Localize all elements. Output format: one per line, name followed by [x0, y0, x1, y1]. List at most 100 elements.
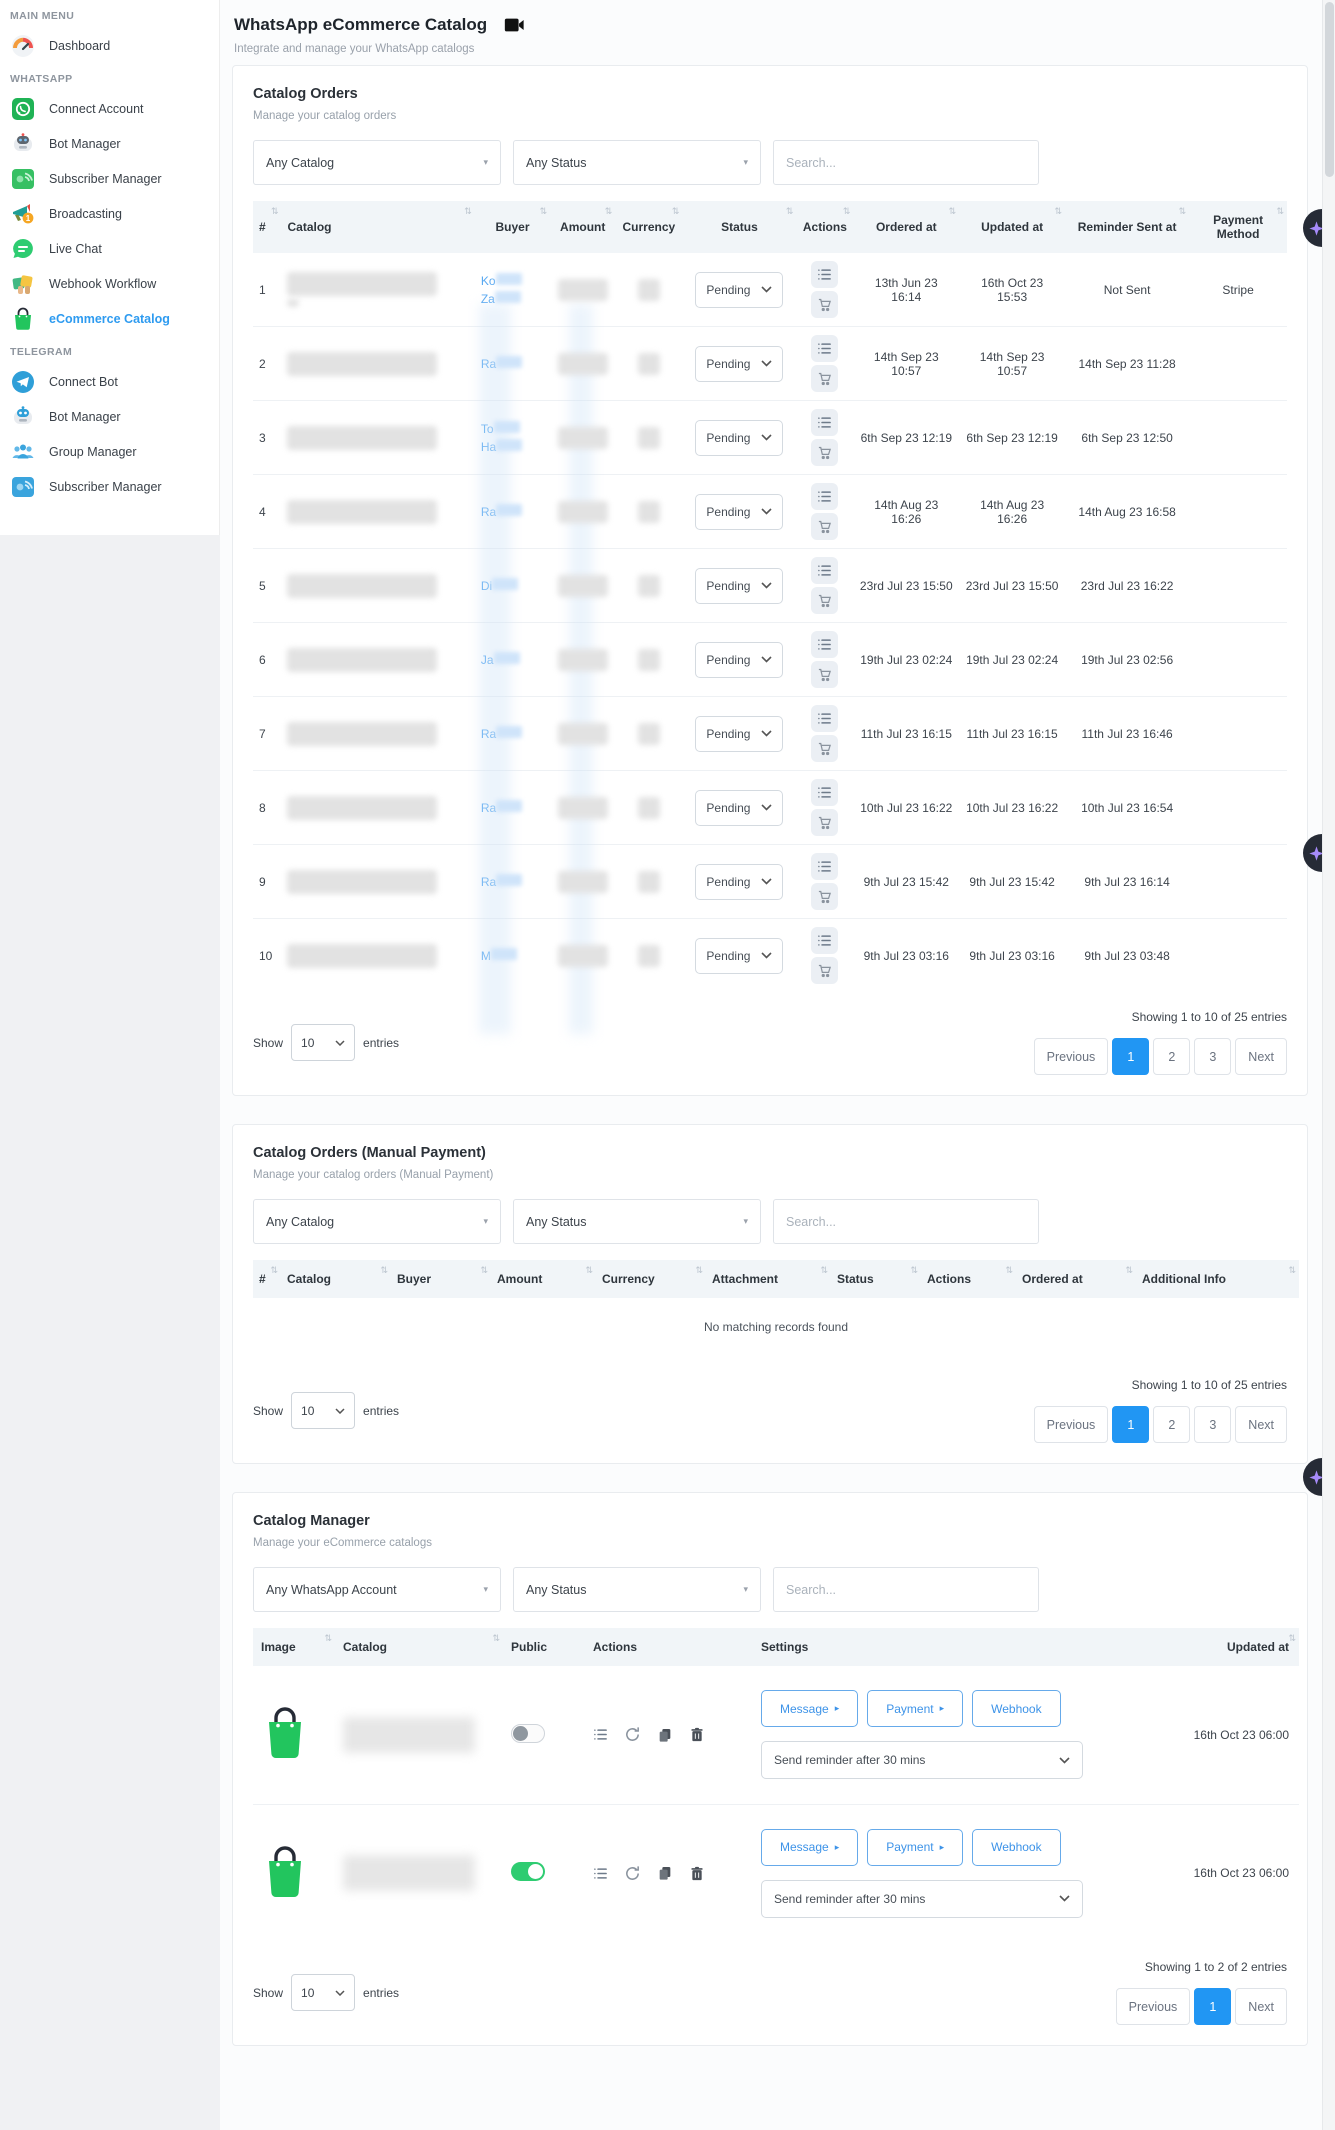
page-1-button[interactable]: 1 — [1112, 1038, 1149, 1075]
page-2-button[interactable]: 2 — [1153, 1406, 1190, 1443]
order-items-button[interactable] — [811, 557, 838, 584]
column-header-buyer[interactable]: Buyer⇅ — [475, 201, 550, 253]
order-status-select[interactable]: Pending — [695, 568, 783, 604]
catalog-items-button[interactable] — [593, 1727, 608, 1742]
column-header-amount[interactable]: Amount⇅ — [491, 1260, 596, 1298]
catalog-items-button[interactable] — [593, 1866, 608, 1881]
previous-page-button[interactable]: Previous — [1034, 1406, 1109, 1443]
order-cart-button[interactable] — [811, 661, 838, 688]
search-input[interactable] — [773, 140, 1039, 185]
payment-settings-button[interactable]: Payment▸ — [867, 1690, 963, 1727]
order-items-button[interactable] — [811, 261, 838, 288]
order-status-select[interactable]: Pending — [695, 494, 783, 530]
video-camera-icon[interactable] — [503, 14, 525, 36]
column-header-actions[interactable]: Actions⇅ — [921, 1260, 1016, 1298]
order-status-select[interactable]: Pending — [695, 938, 783, 974]
reminder-interval-select[interactable]: Send reminder after 30 mins — [761, 1741, 1083, 1779]
column-header-catalog[interactable]: Catalog⇅ — [281, 1260, 391, 1298]
search-input[interactable] — [773, 1199, 1039, 1244]
webhook-settings-button[interactable]: Webhook — [972, 1829, 1060, 1866]
column-header-amount[interactable]: Amount⇅ — [550, 201, 615, 253]
entries-per-page-select[interactable]: 10 — [291, 1024, 355, 1061]
buyer-link[interactable]: Ra — [475, 327, 550, 401]
catalog-filter-select[interactable]: Any Catalog▾ — [253, 140, 501, 185]
catalog-filter-select[interactable]: Any Catalog▾ — [253, 1199, 501, 1244]
order-cart-button[interactable] — [811, 587, 838, 614]
page-3-button[interactable]: 3 — [1194, 1406, 1231, 1443]
previous-page-button[interactable]: Previous — [1116, 1988, 1191, 2025]
payment-settings-button[interactable]: Payment▸ — [867, 1829, 963, 1866]
status-filter-select[interactable]: Any Status▾ — [513, 140, 761, 185]
column-header-image[interactable]: Image⇅ — [253, 1628, 335, 1666]
sidebar-item-ecommerce-catalog[interactable]: eCommerce Catalog — [0, 301, 219, 336]
column-header-num[interactable]: #⇅ — [253, 1260, 281, 1298]
message-settings-button[interactable]: Message▸ — [761, 1690, 858, 1727]
duplicate-catalog-button[interactable] — [657, 1865, 673, 1881]
order-cart-button[interactable] — [811, 291, 838, 318]
delete-catalog-button[interactable] — [689, 1726, 705, 1743]
column-header-additional-info[interactable]: Additional Info⇅ — [1136, 1260, 1299, 1298]
order-items-button[interactable] — [811, 335, 838, 362]
page-1-button[interactable]: 1 — [1194, 1988, 1231, 2025]
order-items-button[interactable] — [811, 409, 838, 436]
column-header-status[interactable]: Status⇅ — [682, 201, 796, 253]
page-3-button[interactable]: 3 — [1194, 1038, 1231, 1075]
order-status-select[interactable]: Pending — [695, 790, 783, 826]
sidebar-item-dashboard[interactable]: Dashboard — [0, 28, 219, 63]
column-header-payment-method[interactable]: Payment Method⇅ — [1189, 201, 1287, 253]
column-header-ordered-at[interactable]: Ordered at⇅ — [1016, 1260, 1136, 1298]
column-header-buyer[interactable]: Buyer⇅ — [391, 1260, 491, 1298]
sync-catalog-button[interactable] — [624, 1865, 641, 1882]
sidebar-item-broadcasting[interactable]: 1 Broadcasting — [0, 196, 219, 231]
buyer-link[interactable]: Ra — [475, 475, 550, 549]
order-items-button[interactable] — [811, 779, 838, 806]
column-header-currency[interactable]: Currency⇅ — [615, 201, 682, 253]
next-page-button[interactable]: Next — [1235, 1406, 1287, 1443]
buyer-link[interactable]: ToHa — [475, 401, 550, 475]
column-header-attachment[interactable]: Attachment⇅ — [706, 1260, 831, 1298]
column-header-currency[interactable]: Currency⇅ — [596, 1260, 706, 1298]
order-items-button[interactable] — [811, 927, 838, 954]
page-2-button[interactable]: 2 — [1153, 1038, 1190, 1075]
buyer-link[interactable]: Ja — [475, 623, 550, 697]
sidebar-item-group-manager[interactable]: Group Manager — [0, 434, 219, 469]
sidebar-item-connect-bot[interactable]: Connect Bot — [0, 364, 219, 399]
order-status-select[interactable]: Pending — [695, 642, 783, 678]
column-header-catalog[interactable]: Catalog⇅ — [281, 201, 474, 253]
column-header-updated-at[interactable]: Updated at⇅ — [959, 201, 1065, 253]
sidebar-item-wa-bot-manager[interactable]: Bot Manager — [0, 126, 219, 161]
order-cart-button[interactable] — [811, 365, 838, 392]
sidebar-item-wa-subscriber-manager[interactable]: Subscriber Manager — [0, 161, 219, 196]
order-items-button[interactable] — [811, 705, 838, 732]
sidebar-item-webhook-workflow[interactable]: Webhook Workflow — [0, 266, 219, 301]
order-cart-button[interactable] — [811, 957, 838, 984]
webhook-settings-button[interactable]: Webhook — [972, 1690, 1060, 1727]
sidebar-item-tg-bot-manager[interactable]: Bot Manager — [0, 399, 219, 434]
order-status-select[interactable]: Pending — [695, 716, 783, 752]
order-cart-button[interactable] — [811, 735, 838, 762]
order-cart-button[interactable] — [811, 809, 838, 836]
column-header-settings[interactable]: Settings — [753, 1628, 1153, 1666]
order-cart-button[interactable] — [811, 513, 838, 540]
order-items-button[interactable] — [811, 631, 838, 658]
buyer-link[interactable]: Ra — [475, 771, 550, 845]
column-header-updated-at[interactable]: Updated at⇅ — [1153, 1628, 1299, 1666]
reminder-interval-select[interactable]: Send reminder after 30 mins — [761, 1880, 1083, 1918]
entries-per-page-select[interactable]: 10 — [291, 1392, 355, 1429]
message-settings-button[interactable]: Message▸ — [761, 1829, 858, 1866]
public-toggle[interactable] — [511, 1862, 545, 1881]
order-cart-button[interactable] — [811, 439, 838, 466]
column-header-public[interactable]: Public — [503, 1628, 585, 1666]
column-header-actions[interactable]: Actions⇅ — [796, 201, 853, 253]
order-items-button[interactable] — [811, 853, 838, 880]
order-items-button[interactable] — [811, 483, 838, 510]
previous-page-button[interactable]: Previous — [1034, 1038, 1109, 1075]
buyer-link[interactable]: M — [475, 919, 550, 993]
column-header-reminder-sent-at[interactable]: Reminder Sent at⇅ — [1065, 201, 1189, 253]
scrollbar-thumb[interactable] — [1325, 2, 1334, 177]
buyer-link[interactable]: Ra — [475, 697, 550, 771]
status-filter-select[interactable]: Any Status▾ — [513, 1567, 761, 1612]
order-status-select[interactable]: Pending — [695, 864, 783, 900]
sidebar-item-live-chat[interactable]: Live Chat — [0, 231, 219, 266]
column-header-num[interactable]: #⇅ — [253, 201, 281, 253]
